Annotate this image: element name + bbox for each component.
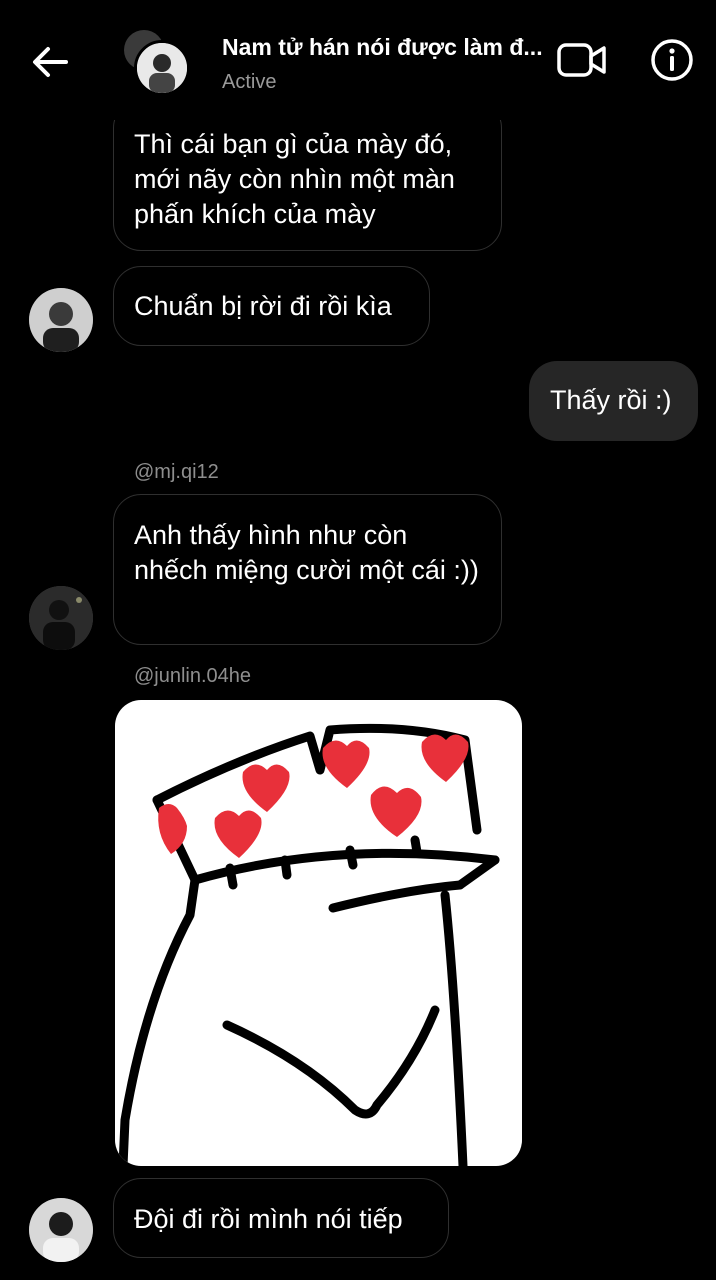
- message-text: Chuẩn bị rời đi rồi kìa: [134, 291, 392, 321]
- incoming-message[interactable]: Anh thấy hình như còn nhếch miệng cười m…: [113, 494, 502, 645]
- sender-avatar[interactable]: [29, 288, 93, 352]
- video-camera-icon: [557, 43, 606, 77]
- message-text: Đội đi rồi mình nói tiếp: [134, 1204, 403, 1234]
- sender-avatar[interactable]: [29, 586, 93, 650]
- chat-title[interactable]: Nam tử hán nói được làm đ...: [222, 34, 558, 61]
- message-text: Anh thấy hình như còn nhếch miệng cười m…: [134, 520, 479, 585]
- incoming-message[interactable]: Đội đi rồi mình nói tiếp: [113, 1178, 449, 1258]
- reply-mention[interactable]: @mj.qi12: [134, 461, 219, 484]
- video-call-button[interactable]: [556, 40, 608, 80]
- message-text: Thấy rồi :): [550, 385, 672, 415]
- active-status: Active: [222, 71, 277, 93]
- back-button[interactable]: [28, 40, 72, 84]
- sender-avatar[interactable]: [29, 1198, 93, 1262]
- arrow-left-icon: [33, 47, 68, 77]
- outgoing-message[interactable]: Thấy rồi :): [529, 361, 698, 441]
- avatar: [134, 40, 190, 96]
- reply-mention[interactable]: @junlin.04he: [134, 665, 251, 688]
- message-text: Thì cái bạn gì của mày đó, mới nãy còn n…: [134, 129, 455, 229]
- incoming-message[interactable]: Chuẩn bị rời đi rồi kìa: [113, 266, 430, 346]
- sticker-image[interactable]: [115, 700, 522, 1166]
- group-avatar[interactable]: [124, 30, 194, 100]
- info-button[interactable]: [650, 38, 694, 82]
- incoming-message[interactable]: Thì cái bạn gì của mày đó, mới nãy còn n…: [113, 100, 502, 251]
- info-icon: [651, 39, 693, 81]
- chat-header: Nam tử hán nói được làm đ... Active: [0, 0, 716, 120]
